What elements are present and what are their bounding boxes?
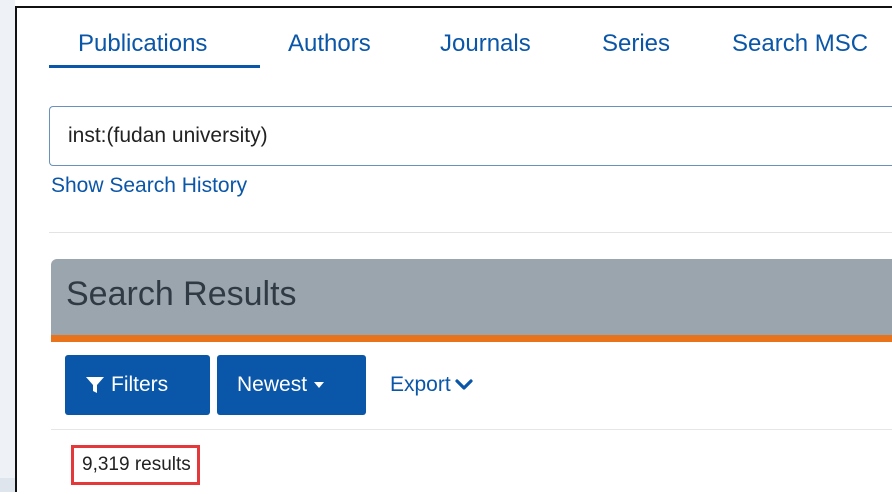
results-title: Search Results: [66, 275, 297, 313]
search-tabs: Publications Authors Journals Series Sea…: [49, 8, 892, 68]
sort-label: Newest: [237, 373, 308, 396]
funnel-icon: [86, 377, 104, 393]
search-input-value: inst:(fudan university): [68, 124, 268, 147]
show-search-history-link[interactable]: Show Search History: [51, 174, 247, 198]
search-results-panel: Search Results Filters Newest Export 9,3…: [51, 259, 892, 494]
active-tab-indicator: [49, 65, 260, 68]
filters-button[interactable]: Filters: [65, 355, 210, 415]
filters-label: Filters: [111, 373, 169, 396]
results-divider: [51, 429, 892, 430]
tab-authors[interactable]: Authors: [288, 30, 371, 58]
export-dropdown[interactable]: Export: [390, 373, 473, 397]
results-header: Search Results: [51, 259, 892, 335]
chevron-down-icon: [455, 379, 473, 390]
sort-dropdown-button[interactable]: Newest: [217, 355, 366, 415]
tab-search-msc[interactable]: Search MSC: [732, 30, 868, 58]
tab-publications[interactable]: Publications: [78, 30, 207, 58]
divider: [49, 232, 892, 233]
export-label: Export: [390, 373, 451, 396]
tab-journals[interactable]: Journals: [440, 30, 531, 58]
results-count: 9,319 results: [71, 445, 200, 485]
left-gutter: [0, 0, 15, 492]
main-frame: Publications Authors Journals Series Sea…: [15, 6, 892, 494]
results-accent-bar: [51, 335, 892, 342]
caret-down-icon: [314, 382, 325, 388]
tab-series[interactable]: Series: [602, 30, 670, 58]
search-input[interactable]: inst:(fudan university): [49, 106, 892, 166]
